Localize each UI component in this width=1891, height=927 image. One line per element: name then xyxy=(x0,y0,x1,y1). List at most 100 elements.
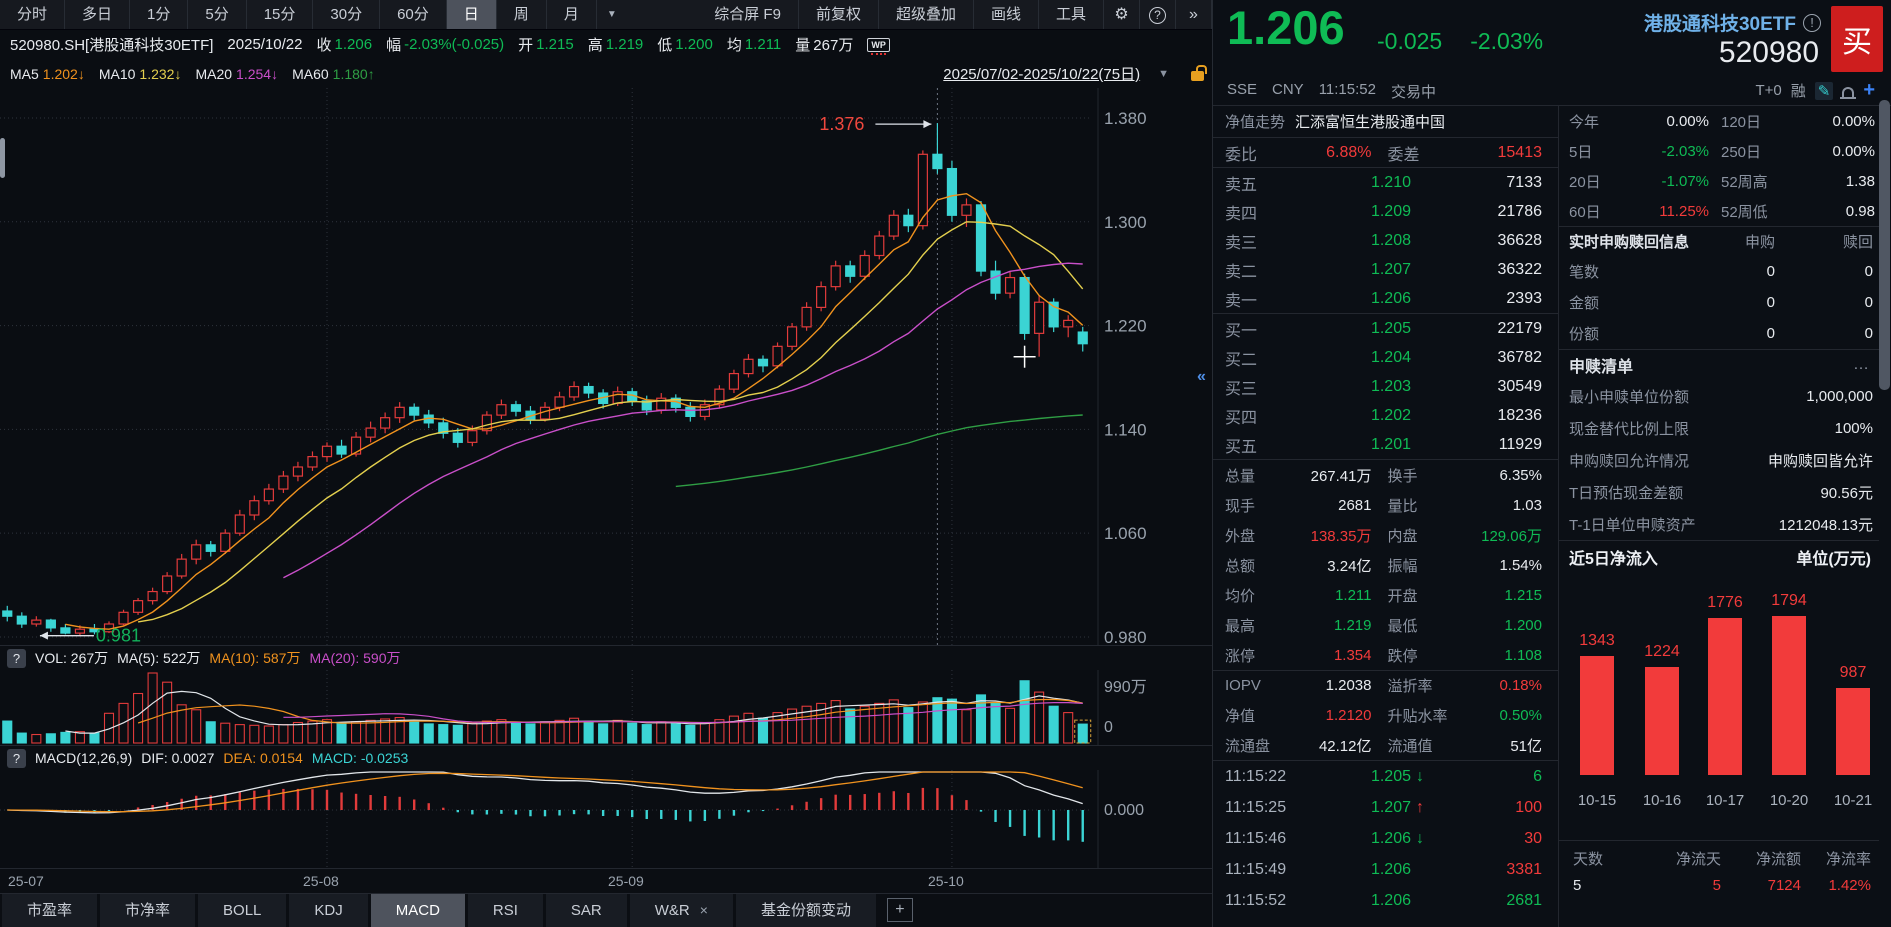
indicator-tab-RSI[interactable]: RSI xyxy=(468,894,543,927)
bid-row[interactable]: 买二1.20436782 xyxy=(1213,343,1558,372)
tool-tab[interactable]: 工具 xyxy=(1039,0,1104,29)
help-icon[interactable]: ? xyxy=(1140,0,1176,29)
bid-row[interactable]: 买五1.20111929 xyxy=(1213,430,1558,459)
indicator-tab-label: KDJ xyxy=(314,894,342,927)
tool-tab[interactable]: 前复权 xyxy=(799,0,879,29)
indicator-tab-市净率[interactable]: 市净率 xyxy=(100,894,195,927)
ask-row[interactable]: 卖二1.20736322 xyxy=(1213,255,1558,284)
time-sales-list: 11:15:221.205↓611:15:251.207↑10011:15:46… xyxy=(1213,761,1558,916)
redemption-list-header[interactable]: 申赎清单 … xyxy=(1559,349,1879,380)
toolbar: 分时多日1分5分15分30分60分日周月 ▼ 综合屏 F9前复权超级叠加画线工具… xyxy=(0,0,1212,30)
indicator-tab-基金份额变动[interactable]: 基金份额变动 xyxy=(736,894,876,927)
stat-value: 42.12亿 xyxy=(1275,735,1386,756)
left-scrollbar-nub[interactable] xyxy=(0,138,5,178)
stat-right: 最低1.200 xyxy=(1386,615,1559,636)
unlock-icon[interactable] xyxy=(1191,71,1204,81)
indicator-tab-MACD[interactable]: MACD xyxy=(371,894,465,927)
tool-tab[interactable]: 超级叠加 xyxy=(879,0,974,29)
add-indicator-button[interactable]: + xyxy=(887,898,913,922)
indicator-tab-SAR[interactable]: SAR xyxy=(546,894,627,927)
main-candlestick-chart[interactable]: 1.3801.3001.2201.1401.0600.9801.3760.981 xyxy=(0,88,1212,645)
stat-label: 量比 xyxy=(1386,495,1448,516)
indicator-tabs: 市盈率市净率BOLL KDJ MACDRSISARW&R×基金份额变动 + xyxy=(0,893,1212,927)
period-tabs: 分时多日1分5分15分30分60分日周月 xyxy=(0,0,597,29)
indicator-tab-KDJ[interactable]: KDJ xyxy=(289,894,367,927)
bid-row[interactable]: 买三1.20330549 xyxy=(1213,372,1558,401)
tick-row: 11:15:461.206↓30 xyxy=(1213,823,1558,854)
nav-value-row[interactable]: 净值走势 汇添富恒生港股通中国 xyxy=(1213,106,1558,138)
period-tab-15分[interactable]: 15分 xyxy=(247,0,314,29)
range-caret-icon[interactable]: ▼ xyxy=(1158,68,1169,80)
info-circle-icon[interactable]: ! xyxy=(1803,14,1821,32)
subscribe-value: 0 xyxy=(1649,325,1775,342)
period-tab-1分[interactable]: 1分 xyxy=(130,0,188,29)
period-tab-周[interactable]: 周 xyxy=(497,0,547,29)
ask-row[interactable]: 卖三1.20836628 xyxy=(1213,226,1558,255)
tick-arrow-down-icon: ↓ xyxy=(1411,830,1437,848)
stat-row: 最高1.219最低1.200 xyxy=(1213,610,1558,640)
tick-volume: 3381 xyxy=(1437,861,1558,879)
panel-collapse-icon[interactable]: « xyxy=(1197,368,1206,386)
indicator-tab-BOLL[interactable]: BOLL xyxy=(198,894,286,927)
period-tab-5分[interactable]: 5分 xyxy=(188,0,246,29)
macd-help-icon[interactable]: ? xyxy=(7,749,26,768)
alert-bell-icon[interactable] xyxy=(1842,87,1854,97)
period-tab-分时[interactable]: 分时 xyxy=(0,0,65,29)
info-field-label: 高 xyxy=(588,34,603,55)
ask-row[interactable]: 卖四1.20921786 xyxy=(1213,197,1558,226)
period-tab-日[interactable]: 日 xyxy=(447,0,497,29)
bid-row[interactable]: 买一1.20522179 xyxy=(1213,314,1558,343)
periods-collapse-icon[interactable]: ▼ xyxy=(597,0,627,29)
stat-value: 1.200 xyxy=(1448,617,1559,634)
tool-tab[interactable]: 综合屏 F9 xyxy=(697,0,799,29)
buy-button[interactable]: 买 xyxy=(1831,6,1883,72)
ask-row[interactable]: 卖五1.2107133 xyxy=(1213,168,1558,197)
period-tab-30分[interactable]: 30分 xyxy=(313,0,380,29)
macd-chart[interactable]: 0.000 xyxy=(0,770,1212,868)
wp-monitor-icon[interactable]: WP xyxy=(867,38,890,52)
settings-gear-icon[interactable]: ⚙ xyxy=(1104,0,1140,29)
x-axis-label: 25-08 xyxy=(303,873,339,889)
svg-text:1.300: 1.300 xyxy=(1104,213,1147,232)
return-value: -2.03% xyxy=(1615,143,1719,160)
ask-row[interactable]: 卖一1.2062393 xyxy=(1213,284,1558,313)
period-tab-多日[interactable]: 多日 xyxy=(65,0,130,29)
chart-area: 分时多日1分5分15分30分60分日周月 ▼ 综合屏 F9前复权超级叠加画线工具… xyxy=(0,0,1212,927)
stat-value: 1.108 xyxy=(1448,647,1559,664)
period-tab-60分[interactable]: 60分 xyxy=(380,0,447,29)
ma-item: MA101.232↓ xyxy=(99,66,182,82)
return-label: 52周高 xyxy=(1719,171,1781,192)
bid-row[interactable]: 买四1.20218236 xyxy=(1213,401,1558,430)
subscription-row: 金额00 xyxy=(1559,287,1879,318)
inflow-bar-date: 10-21 xyxy=(1821,792,1885,809)
volume-chart[interactable]: 990万0 xyxy=(0,670,1212,745)
net-inflow-unit: 单位(万元) xyxy=(1796,545,1871,569)
tick-volume: 2681 xyxy=(1437,892,1558,910)
add-watchlist-icon[interactable]: + xyxy=(1863,79,1875,102)
bid-volume: 22179 xyxy=(1411,320,1558,338)
volume-help-icon[interactable]: ? xyxy=(7,649,26,668)
stat-value: 1.2038 xyxy=(1275,677,1386,694)
info-field: 收1.206 xyxy=(317,34,373,55)
info-field-value: 1.219 xyxy=(606,36,644,53)
ohlc-fields: 收1.206幅-2.03%(-0.025)开1.215高1.219低1.200均… xyxy=(317,34,782,55)
period-tab-月[interactable]: 月 xyxy=(547,0,597,29)
more-dots-icon[interactable]: … xyxy=(1853,356,1869,374)
indicator-tab-市盈率[interactable]: 市盈率 xyxy=(2,894,97,927)
indicator-tab-W&R[interactable]: W&R× xyxy=(630,894,733,927)
return-value: -1.07% xyxy=(1615,173,1719,190)
tool-tab[interactable]: 画线 xyxy=(974,0,1039,29)
stat-label: 流通值 xyxy=(1386,735,1448,756)
stat-right: 内盘129.06万 xyxy=(1386,525,1559,546)
redemption-title: 申赎清单 xyxy=(1569,353,1633,377)
stat-value: 6.35% xyxy=(1448,467,1559,484)
more-tools-icon[interactable]: » xyxy=(1176,0,1212,29)
weibi-row: 委比 6.88% 委差 15413 xyxy=(1213,138,1558,168)
date-range-selector[interactable]: 2025/07/02-2025/10/22(75日) xyxy=(943,63,1140,84)
edit-pencil-icon[interactable]: ✎ xyxy=(1815,82,1834,100)
stat-value: 0.50% xyxy=(1448,707,1558,724)
close-tab-icon[interactable]: × xyxy=(700,894,708,927)
stat-right: 振幅1.54% xyxy=(1386,555,1559,576)
panel-scrollbar[interactable] xyxy=(1879,100,1890,390)
svg-text:1.380: 1.380 xyxy=(1104,109,1147,128)
